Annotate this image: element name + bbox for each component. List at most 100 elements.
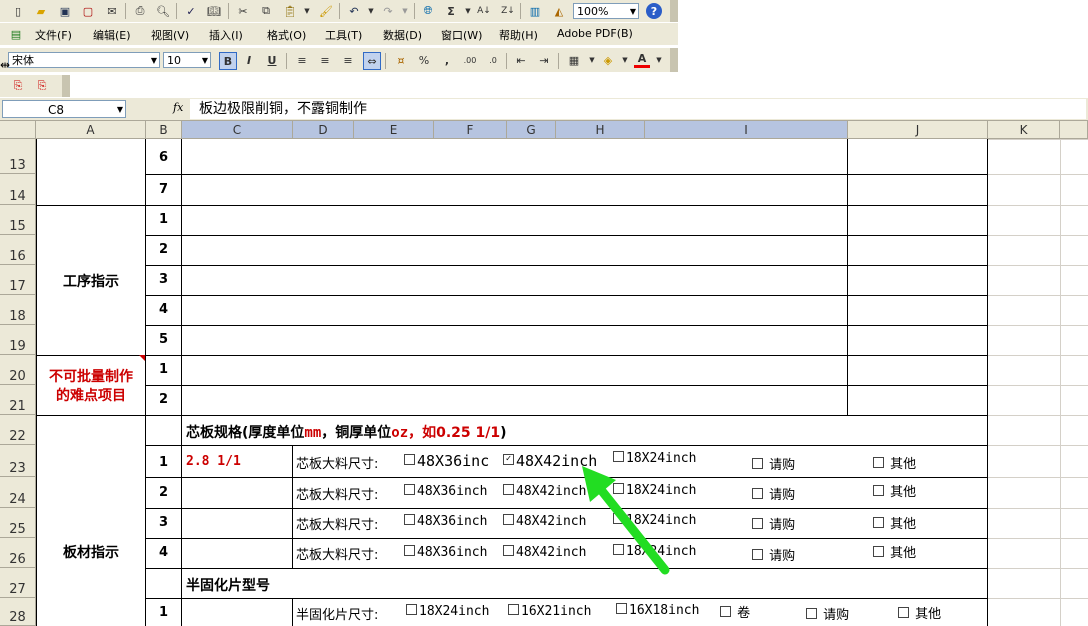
italic-icon[interactable]: I — [241, 52, 257, 68]
column-header-blank[interactable] — [1060, 121, 1088, 139]
seq-cell[interactable]: 1 — [146, 605, 181, 620]
row-header-26[interactable]: 26 — [0, 538, 36, 568]
hyperlink-icon[interactable]: 🌐︎ — [420, 3, 436, 19]
option-16x21[interactable]: 16X21inch — [508, 604, 591, 619]
seq-cell[interactable]: 2 — [146, 392, 181, 407]
underline-icon[interactable]: U — [264, 52, 280, 68]
menu-help[interactable]: 帮助(H) — [499, 27, 538, 43]
pdf-email-icon[interactable]: ⎘ — [34, 78, 50, 94]
menu-file[interactable]: 文件(F) — [35, 27, 72, 43]
cut-icon[interactable]: ✂ — [235, 3, 251, 19]
fill-color-icon[interactable]: ◈ — [600, 52, 616, 68]
seq-cell[interactable]: 7 — [146, 182, 181, 197]
column-header-a[interactable]: A — [36, 121, 146, 139]
row-header-24[interactable]: 24 — [0, 477, 36, 508]
seq-cell[interactable]: 3 — [146, 515, 181, 530]
save-icon[interactable]: ▣ — [57, 3, 73, 19]
row-header-16[interactable]: 16 — [0, 235, 36, 265]
currency-icon[interactable]: ¤ — [393, 52, 409, 68]
column-header-j[interactable]: J — [848, 121, 988, 139]
row-header-14[interactable]: 14 — [0, 174, 36, 205]
align-center-icon[interactable]: ≡ — [317, 52, 333, 68]
option-roll[interactable]: 卷 — [720, 602, 750, 621]
process-instructions-label[interactable]: 工序指示 — [37, 271, 145, 291]
menu-edit[interactable]: 编辑(E) — [93, 27, 131, 43]
board-instructions-label[interactable]: 板材指示 — [37, 542, 145, 562]
autosum-icon[interactable]: Σ — [443, 3, 459, 19]
fill-color-dropdown-icon[interactable]: ▼ — [617, 52, 633, 68]
core-spec-title[interactable]: 芯板规格(厚度单位mm，铜厚单位oz，如0.25 1/1) — [186, 422, 507, 442]
option-other[interactable]: 其他 — [873, 542, 916, 561]
row-header-15[interactable]: 15 — [0, 205, 36, 235]
row-header-20[interactable]: 20 — [0, 355, 36, 385]
seq-cell[interactable]: 2 — [146, 485, 181, 500]
menu-tools[interactable]: 工具(T) — [325, 27, 362, 43]
name-box[interactable]: C8 ▼ — [2, 100, 126, 118]
align-left-icon[interactable]: ≡ — [294, 52, 310, 68]
core-value-cell[interactable]: 2.8 1/1 — [186, 454, 241, 469]
decrease-indent-icon[interactable]: ⇤ — [513, 52, 529, 68]
menu-window[interactable]: 窗口(W) — [441, 27, 482, 43]
formula-input[interactable]: 板边极限削铜，不露铜制作 — [190, 99, 1086, 119]
help-icon[interactable]: ? — [646, 3, 662, 19]
zoom-select[interactable]: 100% ▼ — [573, 3, 639, 19]
option-other[interactable]: 其他 — [873, 513, 916, 532]
row-header-23[interactable]: 23 — [0, 445, 36, 477]
borders-icon[interactable]: ▦ — [566, 52, 582, 68]
seq-cell[interactable]: 3 — [146, 272, 181, 287]
percent-icon[interactable]: % — [416, 52, 432, 68]
permission-icon[interactable]: ▢ — [80, 3, 96, 19]
menu-format[interactable]: 格式(O) — [267, 27, 306, 43]
seq-cell[interactable]: 1 — [146, 212, 181, 227]
sort-descending-icon[interactable]: Z↓ — [500, 3, 516, 19]
redo-icon[interactable]: ↷ — [380, 3, 396, 19]
option-48x36[interactable]: 48X36inch — [404, 484, 487, 499]
column-header-i[interactable]: I — [645, 121, 848, 139]
undo-dropdown-icon[interactable]: ▼ — [363, 3, 379, 19]
hard-items-label-line2[interactable]: 的难点项目 — [37, 385, 145, 405]
option-other[interactable]: 其他 — [898, 603, 941, 622]
hard-items-label-line1[interactable]: 不可批量制作 — [37, 366, 145, 386]
row-header-13[interactable]: 13 — [0, 139, 36, 174]
toolbar-grip[interactable] — [670, 0, 678, 22]
option-purchase[interactable]: 请购 — [752, 454, 795, 473]
seq-cell[interactable]: 2 — [146, 242, 181, 257]
option-other[interactable]: 其他 — [873, 453, 916, 472]
fx-icon[interactable]: fx — [173, 101, 183, 114]
open-icon[interactable]: ▰ — [33, 3, 49, 19]
option-16x18[interactable]: 16X18inch — [616, 603, 699, 618]
drawing-icon[interactable]: ◭ — [551, 3, 567, 19]
option-other[interactable]: 其他 — [873, 481, 916, 500]
seq-cell[interactable]: 4 — [146, 302, 181, 317]
option-18x24[interactable]: 18X24inch — [406, 604, 489, 619]
borders-dropdown-icon[interactable]: ▼ — [584, 52, 600, 68]
font-size-select[interactable]: 10 ▼ — [163, 52, 211, 68]
font-color-dropdown-icon[interactable]: ▼ — [651, 52, 667, 68]
column-header-b[interactable]: B — [146, 121, 182, 139]
row-header-19[interactable]: 19 — [0, 325, 36, 355]
toolbar-grip[interactable] — [62, 75, 70, 97]
option-purchase[interactable]: 请购 — [806, 604, 849, 623]
option-purchase[interactable]: 请购 — [752, 484, 795, 503]
autosum-dropdown-icon[interactable]: ▼ — [460, 3, 476, 19]
decrease-decimal-icon[interactable]: .0 — [485, 52, 501, 68]
row-header-28[interactable]: 28 — [0, 598, 36, 626]
row-header-25[interactable]: 25 — [0, 508, 36, 538]
toolbar-grip[interactable] — [670, 48, 678, 72]
option-48x36[interactable]: 48X36inch — [404, 545, 487, 560]
menu-insert[interactable]: 插入(I) — [209, 27, 243, 43]
pdf-convert-icon[interactable]: ⎘ — [10, 78, 26, 94]
comment-indicator[interactable] — [139, 355, 145, 361]
column-header-h[interactable]: H — [556, 121, 645, 139]
seq-cell[interactable]: 1 — [146, 362, 181, 377]
seq-cell[interactable]: 6 — [146, 150, 181, 165]
font-name-select[interactable]: 宋体 ▼ — [8, 52, 160, 68]
menu-adobe-pdf[interactable]: Adobe PDF(B) — [557, 27, 633, 40]
chart-wizard-icon[interactable]: ▥ — [527, 3, 543, 19]
row-header-17[interactable]: 17 — [0, 265, 36, 295]
option-48x36[interactable]: 48X36inc — [404, 452, 489, 470]
column-header-g[interactable]: G — [507, 121, 556, 139]
print-preview-icon[interactable]: 🔍︎ — [155, 3, 171, 19]
spelling-icon[interactable]: ✓ — [183, 3, 199, 19]
align-right-icon[interactable]: ≡ — [340, 52, 356, 68]
